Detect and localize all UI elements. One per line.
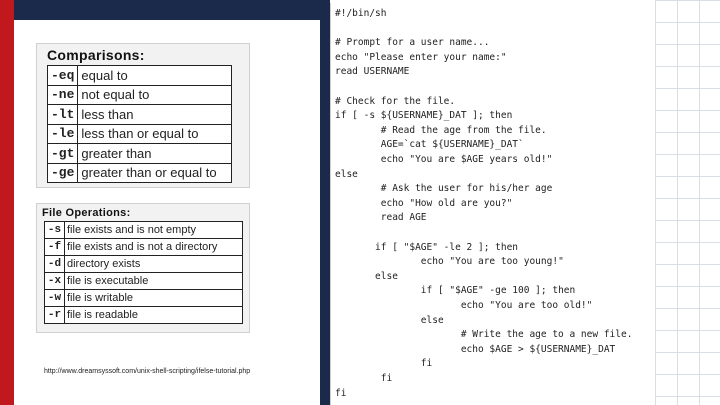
operator-cell: -r — [44, 306, 65, 324]
code-line: # Ask the user for his/her age — [380, 183, 553, 195]
comparison-row: -ne not equal to — [46, 84, 233, 105]
operator-cell: -f — [44, 238, 65, 256]
operator-cell: -ge — [46, 162, 79, 183]
comparison-row: -eq equal to — [46, 65, 233, 86]
code-line: fi — [380, 373, 393, 384]
description-cell: greater than — [77, 143, 233, 164]
code-line: if [ -s ${USERNAME}_DAT ]; then — [335, 110, 513, 122]
code-line: else — [420, 314, 444, 326]
operator-cell: -le — [46, 123, 79, 144]
operator-cell: -x — [44, 272, 65, 290]
code-listing: #!/bin/sh # Prompt for a user name... echo… — [330, 3, 655, 405]
description-cell: file is writable — [64, 289, 243, 307]
comparisons-title: Comparisons: — [47, 47, 145, 63]
code-line: echo "You are too old!" — [460, 300, 593, 311]
code-line: if [ "$AGE" -le 2 ]; then — [375, 241, 519, 253]
comparisons-table: -eq equal to -ne not equal to -lt less than -l… — [46, 65, 233, 183]
code-line: # Prompt for a user name... — [335, 37, 490, 49]
description-cell: not equal to — [77, 84, 233, 105]
comparison-row: -ge greater than or equal to — [46, 162, 233, 183]
comparison-row: -le less than or equal to — [46, 123, 233, 144]
code-line: echo "You are $AGE years old!" — [380, 154, 553, 165]
file-operation-row: -r file is readable — [44, 306, 243, 324]
code-line: fi — [335, 387, 347, 399]
description-cell: file exists and is not a directory — [64, 238, 243, 256]
file-operations-table: -s file exists and is not empty -f file exi… — [44, 221, 243, 324]
description-cell: greater than or equal to — [77, 162, 233, 183]
code-line: echo "You are too young!" — [420, 256, 564, 268]
code-line: fi — [420, 358, 433, 370]
code-line: AGE=`cat ${USERNAME}_DAT` — [380, 139, 524, 151]
code-line: echo "How old are you?" — [380, 197, 513, 209]
operator-cell: -lt — [46, 104, 79, 125]
operator-cell: -eq — [46, 65, 79, 86]
source-link[interactable]: http://www.dreamsyssoft.com/unix-shell-s… — [44, 368, 250, 375]
file-operation-row: -s file exists and is not empty — [44, 221, 243, 239]
code-line: read USERNAME — [335, 66, 410, 78]
code-line: echo $AGE > ${USERNAME}_DAT — [460, 343, 616, 355]
description-cell: file is readable — [64, 306, 243, 324]
file-operation-row: -d directory exists — [44, 255, 243, 273]
operator-cell: -d — [44, 255, 65, 273]
file-operation-row: -f file exists and is not a directory — [44, 238, 243, 256]
grid-decoration — [655, 0, 720, 405]
operator-cell: -s — [44, 221, 65, 239]
code-line: # Read the age from the file. — [380, 124, 547, 136]
operator-cell: -w — [44, 289, 65, 307]
file-operation-row: -w file is writable — [44, 289, 243, 307]
comparisons-panel: Comparisons: -eq equal to -ne not equal to -… — [36, 43, 250, 188]
code-line: read AGE — [380, 212, 427, 224]
description-cell: equal to — [77, 65, 233, 86]
code-line: #!/bin/sh — [335, 8, 387, 19]
red-accent-bar — [0, 0, 14, 405]
code-line: # Check for the file. — [335, 95, 456, 107]
description-cell: less than or equal to — [77, 123, 233, 144]
code-line: if [ "$AGE" -ge 100 ]; then — [420, 285, 576, 297]
file-operation-row: -x file is executable — [44, 272, 243, 290]
code-line: echo "Please enter your name:" — [335, 51, 507, 63]
file-operations-panel: File Operations: -s file exists and is no… — [36, 203, 250, 333]
comparison-row: -gt greater than — [46, 143, 233, 164]
description-cell: file is executable — [64, 272, 243, 290]
description-cell: less than — [77, 104, 233, 125]
description-cell: file exists and is not empty — [64, 221, 243, 239]
operator-cell: -ne — [46, 84, 79, 105]
navy-header-bar — [14, 0, 320, 20]
description-cell: directory exists — [64, 255, 243, 273]
operator-cell: -gt — [46, 143, 79, 164]
comparison-row: -lt less than — [46, 104, 233, 125]
file-operations-title: File Operations: — [42, 207, 131, 219]
navy-divider-bar — [320, 0, 330, 405]
code-line: else — [335, 168, 358, 180]
code-line: else — [375, 270, 398, 282]
code-line: # Write the age to a new file. — [460, 329, 633, 341]
